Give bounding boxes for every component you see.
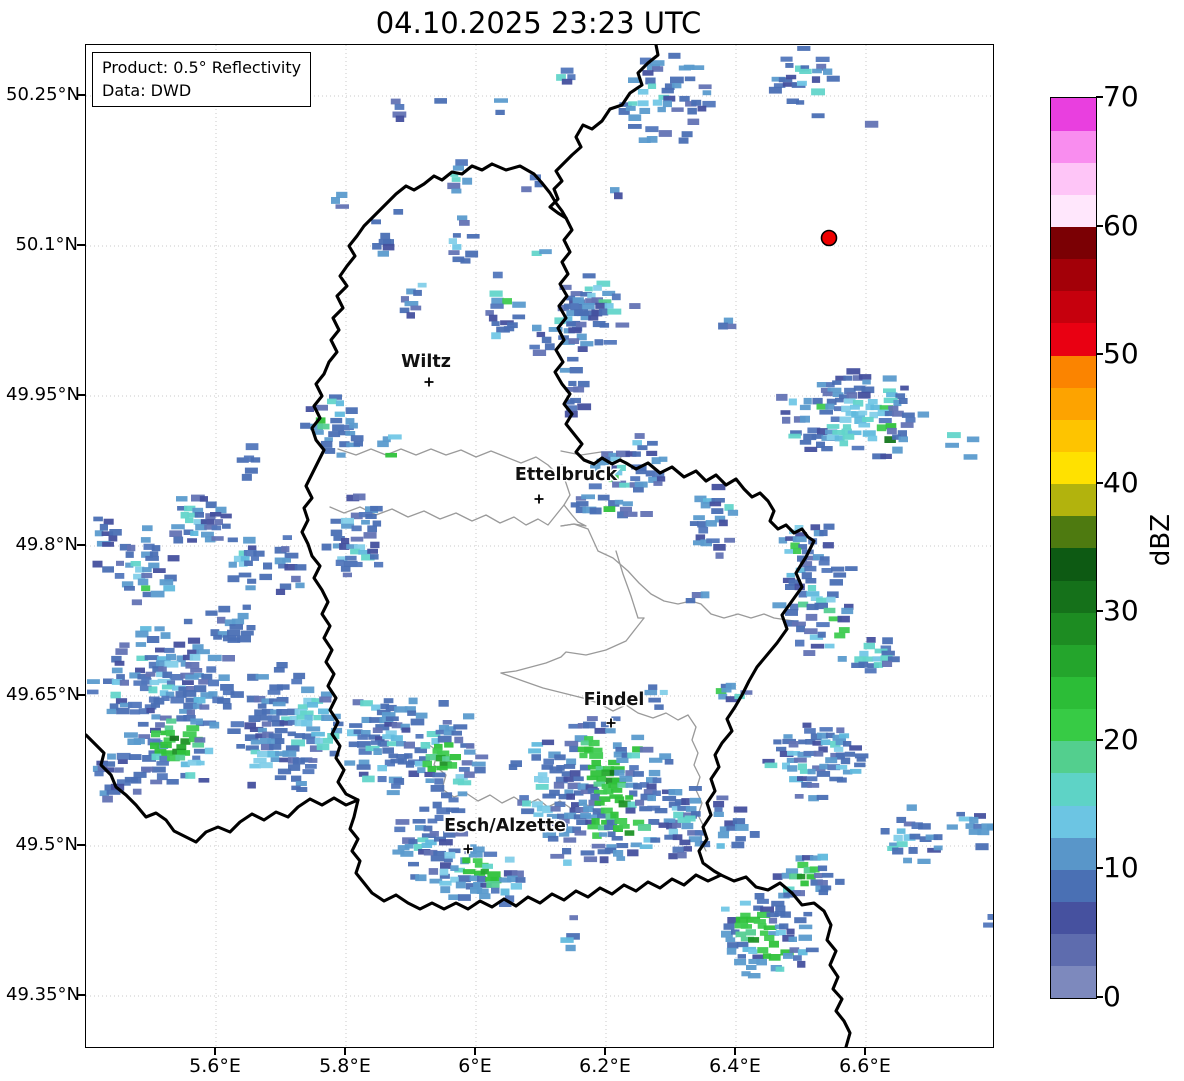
- colorbar-tick-mark: [1096, 353, 1103, 356]
- x-tick-mark: [864, 1047, 866, 1055]
- colorbar-segment: [1051, 612, 1096, 645]
- colorbar-segment: [1051, 483, 1096, 517]
- colorbar-tick-label: 40: [1103, 465, 1139, 499]
- radar-screenshot: 04.10.2025 23:23 UTC Wiltz Ettelbruck Find…: [0, 0, 1184, 1081]
- colorbar-segment: [1051, 194, 1096, 228]
- x-tick-mark: [344, 1047, 346, 1055]
- y-tick-mark: [77, 94, 85, 96]
- colorbar-tick-mark: [1096, 738, 1103, 741]
- y-tick-label: 50.25°N: [6, 84, 80, 105]
- radar-map-canvas: Wiltz Ettelbruck Findel Esch/Alzette: [86, 45, 993, 1047]
- colorbar-tick-mark: [1096, 224, 1103, 227]
- colorbar-tick-mark: [1096, 96, 1103, 98]
- y-tick-label: 49.35°N: [6, 984, 80, 1005]
- city-marker: [424, 377, 434, 387]
- city-marker: [534, 494, 544, 504]
- colorbar-segment: [1051, 837, 1096, 870]
- colorbar-segment: [1051, 451, 1096, 485]
- colorbar-segment: [1051, 98, 1096, 131]
- colorbar: [1050, 97, 1097, 999]
- grid-layer: [86, 45, 993, 1047]
- region-border: [500, 617, 645, 674]
- y-tick-label: 49.95°N: [6, 384, 80, 405]
- colorbar-tick-label: 70: [1103, 80, 1139, 113]
- colorbar-segment: [1051, 965, 1096, 999]
- colorbar-segment: [1051, 805, 1096, 838]
- colorbar-tick-label: 60: [1103, 208, 1139, 242]
- colorbar-tick-label: 0: [1103, 980, 1121, 1013]
- product-line: Product: 0.5° Reflectivity: [102, 58, 302, 77]
- radar-site-dot: [820, 229, 838, 247]
- y-tick-label: 49.5°N: [15, 834, 78, 855]
- city-label: Ettelbruck: [515, 465, 618, 485]
- y-tick-mark: [77, 844, 85, 846]
- x-tick-label: 6.2°E: [579, 1055, 631, 1077]
- city-label: Wiltz: [401, 352, 451, 372]
- y-tick-label: 49.8°N: [15, 534, 78, 555]
- data-source-line: Data: DWD: [102, 81, 192, 101]
- x-tick-mark: [604, 1047, 606, 1055]
- page-title: 04.10.2025 23:23 UTC: [375, 6, 702, 40]
- region-border: [560, 523, 795, 622]
- colorbar-segment: [1051, 901, 1096, 935]
- colorbar-segment: [1051, 708, 1096, 742]
- y-tick-label: 50.1°N: [15, 234, 78, 255]
- colorbar-segment: [1051, 548, 1096, 581]
- y-tick-mark: [77, 694, 85, 696]
- colorbar-segment: [1051, 290, 1096, 324]
- x-tick-label: 5.8°E: [319, 1055, 371, 1077]
- colorbar-segment: [1051, 162, 1096, 195]
- product-info-box: Product: 0.5° Reflectivity Data: DWD: [92, 52, 312, 108]
- colorbar-segment: [1051, 676, 1096, 710]
- y-tick-label: 49.65°N: [6, 684, 80, 705]
- colorbar-segment: [1051, 130, 1096, 163]
- colorbar-tick-mark: [1096, 481, 1103, 484]
- colorbar-segment: [1051, 644, 1096, 678]
- city-label: Findel: [584, 690, 645, 710]
- x-tick-mark: [214, 1047, 216, 1055]
- colorbar-tick-label: 10: [1103, 851, 1139, 885]
- radar-echo-layer: [87, 46, 993, 979]
- colorbar-segment: [1051, 869, 1096, 903]
- city-wiltz: Wiltz: [400, 351, 452, 387]
- colorbar-segment: [1051, 226, 1096, 260]
- colorbar-segment: [1051, 740, 1096, 774]
- colorbar-segment: [1051, 580, 1096, 613]
- colorbar-tick-label: 50: [1103, 337, 1139, 371]
- colorbar-segment: [1051, 387, 1096, 420]
- colorbar-unit-label: dBZ: [1146, 513, 1176, 567]
- x-tick-mark: [734, 1047, 736, 1055]
- map-plot-area: Wiltz Ettelbruck Findel Esch/Alzette: [85, 44, 994, 1048]
- colorbar-segment: [1051, 355, 1096, 388]
- country-border: [300, 162, 816, 911]
- colorbar-tick-mark: [1096, 610, 1103, 613]
- y-tick-mark: [77, 244, 85, 246]
- y-tick-mark: [77, 994, 85, 996]
- colorbar-segment: [1051, 933, 1096, 967]
- y-tick-mark: [77, 394, 85, 396]
- x-tick-label: 6.6°E: [839, 1055, 891, 1077]
- city-esch-alzette: Esch/Alzette: [443, 815, 568, 854]
- colorbar-segment: [1051, 515, 1096, 549]
- x-tick-label: 6°E: [458, 1055, 492, 1077]
- colorbar-tick-mark: [1096, 996, 1103, 998]
- city-label: Esch/Alzette: [444, 816, 566, 836]
- colorbar-segment: [1051, 258, 1096, 292]
- y-tick-mark: [77, 544, 85, 546]
- x-tick-label: 5.6°E: [189, 1055, 241, 1077]
- colorbar-tick-label: 30: [1103, 594, 1139, 628]
- colorbar-segment: [1051, 773, 1096, 806]
- colorbar-segment: [1051, 323, 1096, 356]
- colorbar-tick-label: 20: [1103, 722, 1139, 756]
- x-tick-label: 6.4°E: [709, 1055, 761, 1077]
- colorbar-segment: [1051, 419, 1096, 453]
- colorbar-tick-mark: [1096, 867, 1103, 870]
- x-tick-mark: [474, 1047, 476, 1055]
